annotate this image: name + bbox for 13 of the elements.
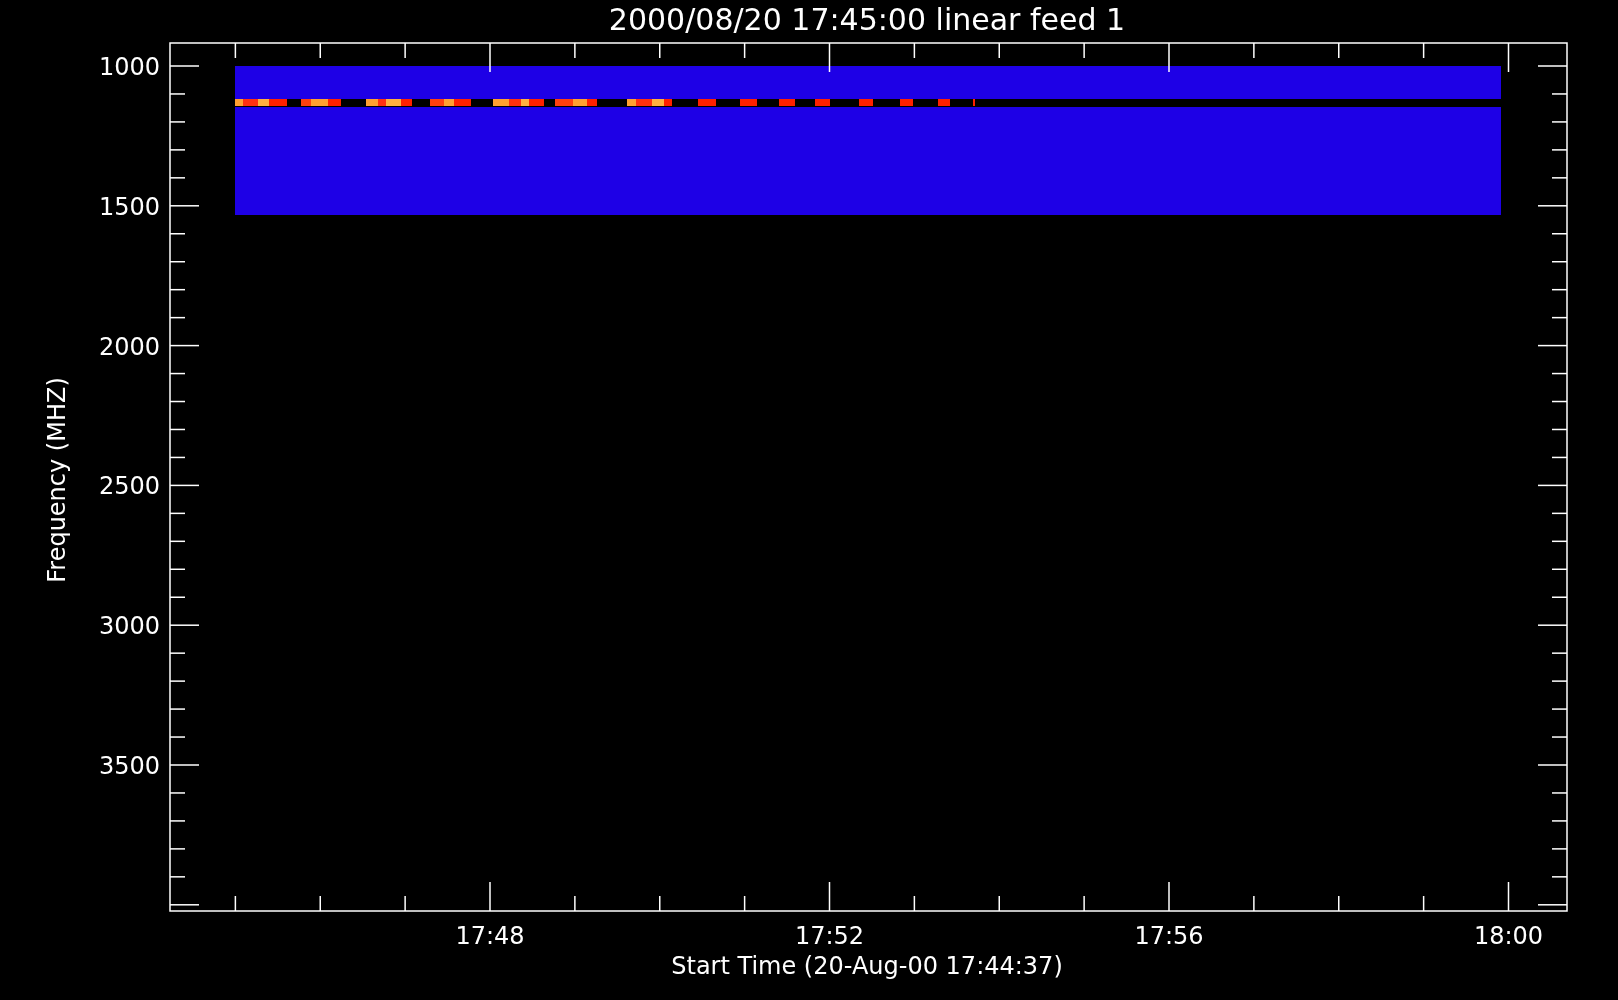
y-tick-label: 1000 <box>98 53 160 81</box>
plot-title: 2000/08/20 17:45:00 linear feed 1 <box>608 2 1126 37</box>
y-tick-label: 1500 <box>98 192 160 221</box>
x-tick-label: 17:56 <box>1134 922 1204 950</box>
x-axis-label: Start Time (20-Aug-00 17:44:37) <box>671 952 1063 980</box>
y-tick-label: 2500 <box>98 472 160 501</box>
y-tick-label: 3000 <box>98 612 160 641</box>
y-axis-label: Frequency (MHZ) <box>43 377 71 583</box>
x-tick-label: 17:48 <box>455 922 525 950</box>
x-tick-label: 18:00 <box>1473 922 1544 950</box>
y-tick-label: 2000 <box>98 332 160 361</box>
x-tick-label: 17:52 <box>794 922 865 950</box>
y-tick-label: 3500 <box>98 752 160 780</box>
